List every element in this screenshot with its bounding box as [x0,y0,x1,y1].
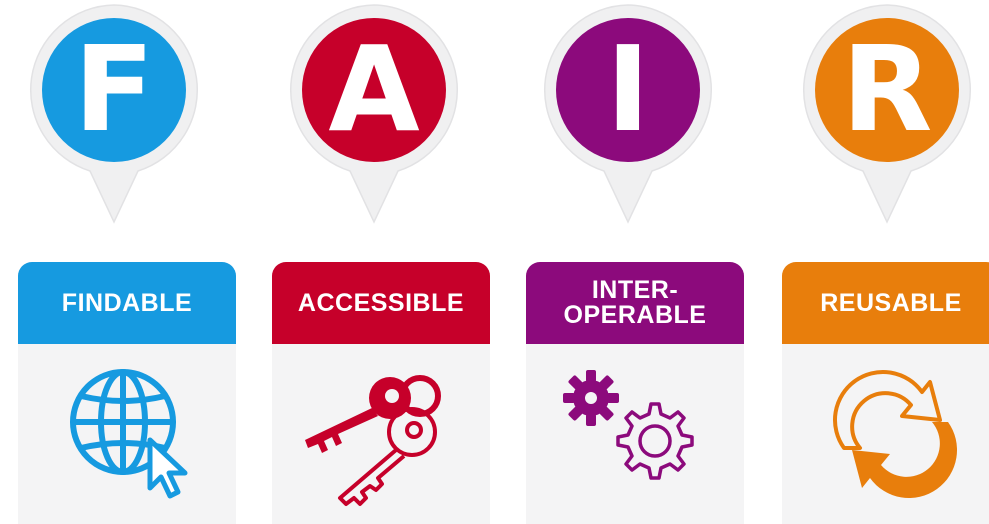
keys-icon [305,375,441,506]
cycle-arrows-icon [833,369,958,499]
globe-cursor-icon [70,369,188,499]
card-title-reusable: REUSABLE [820,288,962,317]
card-title-findable: FINDABLE [61,288,193,317]
card-title-interoperable-line2: OPERABLE [563,301,707,329]
card-header-interoperable: INTER- OPERABLE [526,262,744,344]
pin-accessible: A [284,0,464,230]
card-title-interoperable-line1: INTER- [591,276,679,304]
pin-findable: F [24,0,204,230]
card-accessible: ACCESSIBLE [272,262,490,524]
gears-icon [563,370,694,480]
pin-interoperable: I [538,0,718,230]
card-header-findable: FINDABLE [18,262,236,344]
card-reusable: REUSABLE [782,262,989,524]
letter-a: A [328,20,420,158]
card-title-accessible: ACCESSIBLE [297,288,465,317]
card-findable: FINDABLE [18,262,236,524]
pin-reusable: R [797,0,977,230]
letter-r: R [841,20,933,158]
card-interoperable: INTER- OPERABLE [526,262,744,524]
card-header-accessible: ACCESSIBLE [272,262,490,344]
card-header-reusable: REUSABLE [782,262,989,344]
letter-i: I [606,20,650,158]
letter-f: F [73,20,155,158]
